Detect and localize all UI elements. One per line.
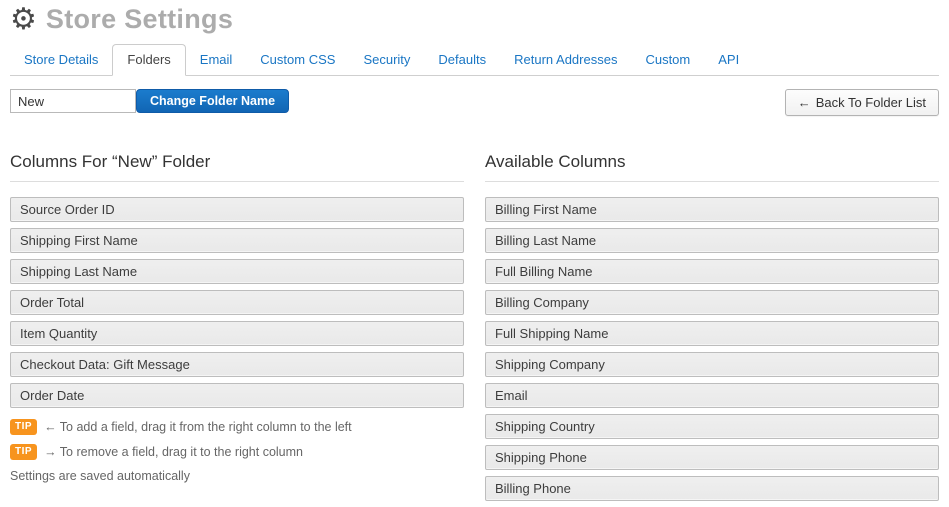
tab-security[interactable]: Security [349, 45, 424, 75]
folder-column-item[interactable]: Shipping Last Name [10, 259, 464, 284]
tab-email[interactable]: Email [186, 45, 247, 75]
folder-toolbar: Change Folder Name ← Back To Folder List [10, 89, 939, 116]
folder-column-item[interactable]: Checkout Data: Gift Message [10, 352, 464, 377]
available-column-item[interactable]: Email [485, 383, 939, 408]
tab-return-addresses[interactable]: Return Addresses [500, 45, 631, 75]
folder-column-item[interactable]: Item Quantity [10, 321, 464, 346]
tab-store-details[interactable]: Store Details [10, 45, 112, 75]
tips: TIP ← To add a field, drag it from the r… [10, 419, 464, 483]
available-column-item[interactable]: Billing Company [485, 290, 939, 315]
available-column-item[interactable]: Full Billing Name [485, 259, 939, 284]
available-column-item[interactable]: Shipping Country [485, 414, 939, 439]
tip-add-field: TIP ← To add a field, drag it from the r… [10, 419, 464, 435]
gear-icon: ⚙ [10, 5, 37, 35]
folder-name-group: Change Folder Name [10, 89, 289, 113]
folder-columns-title: Columns For “New” Folder [10, 152, 464, 182]
available-columns-panel: Available Columns Billing First Name Bil… [485, 152, 939, 507]
back-button-label: Back To Folder List [816, 95, 926, 110]
available-column-item[interactable]: Billing First Name [485, 197, 939, 222]
folder-column-item[interactable]: Source Order ID [10, 197, 464, 222]
tab-folders[interactable]: Folders [112, 44, 185, 76]
tab-api[interactable]: API [704, 45, 753, 75]
page-header: ⚙ Store Settings [10, 0, 939, 35]
available-columns-list: Billing First Name Billing Last Name Ful… [485, 197, 939, 501]
available-column-item[interactable]: Shipping Company [485, 352, 939, 377]
column-panels: Columns For “New” Folder Source Order ID… [10, 152, 939, 507]
available-column-item[interactable]: Shipping Phone [485, 445, 939, 470]
folder-column-item[interactable]: Order Date [10, 383, 464, 408]
tab-bar: Store Details Folders Email Custom CSS S… [10, 44, 939, 76]
page: ⚙ Store Settings Store Details Folders E… [0, 0, 949, 507]
tip-text: ← To add a field, drag it from the right… [44, 420, 352, 434]
tip-remove-field: TIP → To remove a field, drag it to the … [10, 444, 464, 460]
tip-badge: TIP [10, 419, 37, 435]
folder-column-item[interactable]: Shipping First Name [10, 228, 464, 253]
tab-custom[interactable]: Custom [631, 45, 704, 75]
available-column-item[interactable]: Billing Last Name [485, 228, 939, 253]
folder-name-input[interactable] [10, 89, 136, 113]
tip-text: → To remove a field, drag it to the righ… [44, 445, 303, 459]
available-column-item[interactable]: Billing Phone [485, 476, 939, 501]
folder-column-item[interactable]: Order Total [10, 290, 464, 315]
tab-custom-css[interactable]: Custom CSS [246, 45, 349, 75]
back-to-folder-list-button[interactable]: ← Back To Folder List [785, 89, 939, 116]
folder-columns-list: Source Order ID Shipping First Name Ship… [10, 197, 464, 408]
available-columns-title: Available Columns [485, 152, 939, 182]
available-column-item[interactable]: Full Shipping Name [485, 321, 939, 346]
tab-defaults[interactable]: Defaults [424, 45, 500, 75]
back-arrow-icon: ← [798, 95, 811, 110]
tip-badge: TIP [10, 444, 37, 460]
page-title: Store Settings [46, 4, 233, 35]
change-folder-name-button[interactable]: Change Folder Name [136, 89, 289, 113]
folder-columns-panel: Columns For “New” Folder Source Order ID… [10, 152, 464, 507]
autosave-note: Settings are saved automatically [10, 469, 464, 483]
